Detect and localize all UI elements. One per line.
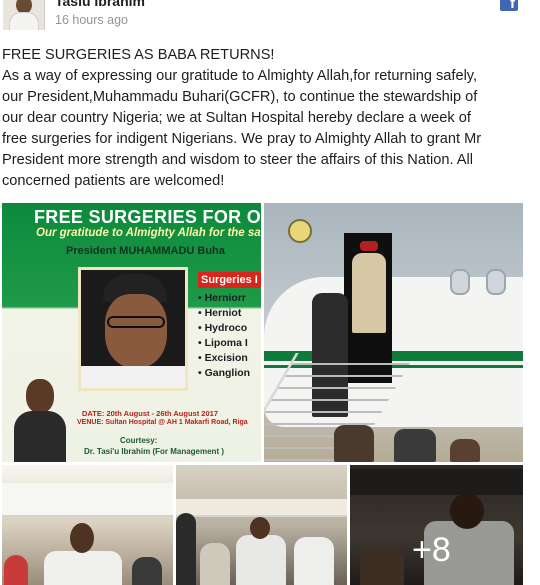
poster-date: DATE: 20th August - 26th August 2017 bbox=[82, 409, 218, 418]
person-head bbox=[250, 517, 270, 539]
surgery-item: • Hydroco bbox=[198, 322, 248, 334]
surgery-item: • Lipoma I bbox=[198, 337, 248, 349]
post-text-line: FREE SURGERIES AS BABA RETURNS! bbox=[2, 47, 275, 63]
person-figure bbox=[4, 555, 28, 585]
photo-poster[interactable]: FREE SURGERIES FOR O Our gratitude to Al… bbox=[2, 203, 261, 462]
poster-credit: Dr. Tasi'u Ibrahim (For Management ) bbox=[84, 447, 224, 456]
post-timestamp[interactable]: 16 hours ago bbox=[55, 13, 128, 27]
poster-president: President MUHAMMADU Buha bbox=[66, 245, 225, 257]
poster-doctor-photo bbox=[14, 379, 66, 462]
plane-window bbox=[486, 269, 506, 295]
person-figure bbox=[132, 557, 162, 585]
avatar-body bbox=[9, 12, 39, 30]
surgery-item: • Herniorr bbox=[198, 292, 247, 304]
guard-figure bbox=[352, 253, 386, 333]
photo-event-1[interactable] bbox=[2, 465, 173, 585]
poster-courtesy: Courtesy: bbox=[120, 436, 158, 445]
surgeries-heading: Surgeries I bbox=[198, 272, 261, 288]
person-figure bbox=[44, 551, 122, 585]
doctor-body bbox=[14, 411, 66, 462]
post-text-line: As a way of expressing our gratitude to … bbox=[2, 68, 478, 84]
person-figure bbox=[176, 513, 196, 585]
post-text: FREE SURGERIES AS BABA RETURNS! As a way… bbox=[2, 45, 532, 192]
tent-canopy bbox=[176, 499, 347, 517]
surgery-item: • Herniot bbox=[198, 307, 242, 319]
author-name[interactable]: Tasiu Ibrahim bbox=[55, 0, 145, 9]
person-head bbox=[70, 523, 94, 553]
portrait-robe bbox=[81, 366, 185, 388]
post-text-line: free surgeries for indigent Nigerians. W… bbox=[2, 131, 482, 147]
portrait-face bbox=[105, 294, 167, 368]
poster-venue: VENUE: Sultan Hospital @ AH 1 Makarfi Ro… bbox=[77, 419, 248, 426]
post-text-line: concerned patients are welcomed! bbox=[2, 173, 225, 189]
surgeries-list: • Herniorr • Herniot • Hydroco • Lipoma … bbox=[198, 291, 250, 381]
doctor-head bbox=[26, 379, 54, 413]
poster-subtitle: Our gratitude to Almighty Allah for the … bbox=[36, 227, 261, 239]
photo-plane-arrival[interactable] bbox=[264, 203, 523, 462]
guard-cap bbox=[360, 241, 378, 251]
facebook-icon[interactable]: f bbox=[500, 0, 518, 12]
more-photos-count[interactable]: +8 bbox=[412, 531, 451, 570]
coat-of-arms-emblem bbox=[288, 219, 312, 243]
crowd-figure bbox=[450, 439, 480, 462]
surgery-item: • Ganglion bbox=[198, 367, 251, 379]
post-text-line: our President,Muhammadu Buhari(GCFR), to… bbox=[2, 89, 478, 105]
photo-event-2[interactable] bbox=[176, 465, 347, 585]
person-figure bbox=[200, 543, 230, 585]
tent-canopy bbox=[2, 483, 173, 517]
facebook-post: Tasiu Ibrahim 16 hours ago f FREE SURGER… bbox=[0, 0, 540, 585]
author-avatar[interactable] bbox=[3, 0, 45, 30]
portrait-glasses bbox=[107, 316, 165, 328]
photo-more[interactable]: +8 bbox=[350, 465, 523, 585]
surgery-item: • Excision bbox=[198, 352, 248, 364]
crowd-figure bbox=[334, 425, 374, 462]
post-text-line: President more strength and wisdom to st… bbox=[2, 152, 474, 168]
plane-window bbox=[450, 269, 470, 295]
person-figure bbox=[236, 535, 286, 585]
poster-title: FREE SURGERIES FOR O bbox=[34, 207, 261, 227]
person-figure bbox=[294, 537, 334, 585]
president-portrait bbox=[78, 267, 188, 391]
crowd-figure bbox=[394, 429, 436, 462]
post-text-line: our dear country Nigeria; we at Sultan H… bbox=[2, 110, 471, 126]
